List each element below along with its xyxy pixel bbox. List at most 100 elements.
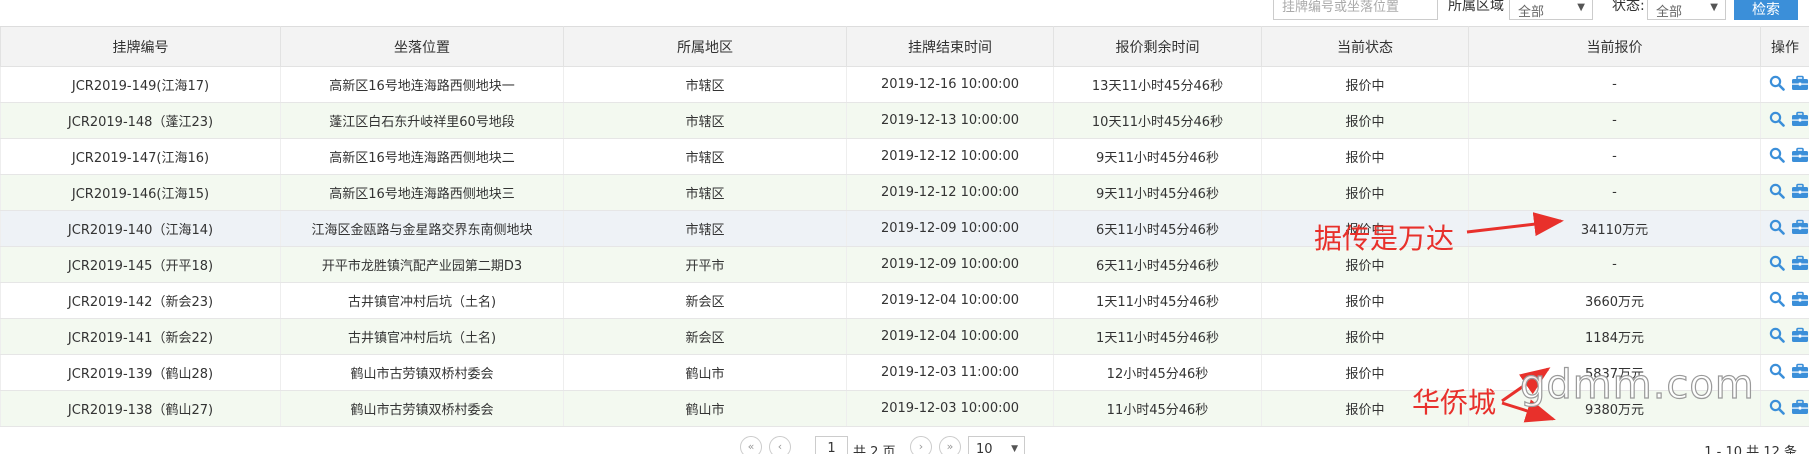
last-page-button[interactable]: »	[939, 436, 961, 454]
column-header-district[interactable]: 所属地区	[563, 26, 847, 67]
table-row: JCR2019-145（开平18) 开平市龙胜镇汽配产业园第二期D3 开平市 2019…	[0, 246, 1809, 283]
page-size-value: 10	[976, 442, 993, 454]
table-row: JCR2019-140（江海14) 江海区金瓯路与金星路交界东南侧地块 市辖区 201…	[0, 210, 1809, 247]
filter-bar: 所属区域 全部 ▼ 状态: 全部 ▼ 检索	[0, 0, 1809, 25]
briefcase-icon[interactable]	[1791, 147, 1809, 167]
annotation-huaqiaocheng: 华侨城	[1412, 386, 1497, 419]
magnifier-icon[interactable]	[1769, 399, 1785, 419]
cell-code: JCR2019-148（蓬江23)	[0, 102, 281, 139]
search-button[interactable]: 检索	[1734, 0, 1798, 20]
cell-end-time: 2019-12-12 10:00:00	[846, 174, 1054, 211]
cell-end-time: 2019-12-03 11:00:00	[846, 354, 1054, 391]
briefcase-icon[interactable]	[1791, 327, 1809, 347]
cell-end-time: 2019-12-13 10:00:00	[846, 102, 1054, 139]
cell-location: 高新区16号地连海路西侧地块三	[280, 174, 564, 211]
cell-code: JCR2019-149(江海17)	[0, 66, 281, 103]
page-number-input[interactable]: 1	[815, 436, 848, 454]
cell-location: 高新区16号地连海路西侧地块一	[280, 66, 564, 103]
table-row: JCR2019-148（蓬江23) 蓬江区白石东升岐祥里60号地段 市辖区 2019-…	[0, 102, 1809, 139]
annotation-wanda: 据传是万达	[1314, 222, 1455, 255]
briefcase-icon[interactable]	[1791, 219, 1809, 239]
page-size-select[interactable]: 10 ▼	[968, 436, 1025, 454]
column-header-code[interactable]: 挂牌编号	[0, 26, 281, 67]
cell-remaining: 10天11小时45分46秒	[1053, 102, 1262, 139]
magnifier-icon[interactable]	[1769, 363, 1785, 383]
cell-code: JCR2019-145（开平18)	[0, 246, 281, 283]
cell-end-time: 2019-12-09 10:00:00	[846, 210, 1054, 247]
magnifier-icon[interactable]	[1769, 147, 1785, 167]
cell-remaining: 9天11小时45分46秒	[1053, 174, 1262, 211]
cell-remaining: 13天11小时45分46秒	[1053, 66, 1262, 103]
region-select[interactable]: 全部 ▼	[1509, 0, 1593, 20]
magnifier-icon[interactable]	[1769, 255, 1785, 275]
cell-district: 鹤山市	[563, 354, 847, 391]
cell-actions	[1760, 318, 1809, 355]
cell-code: JCR2019-141（新会22)	[0, 318, 281, 355]
column-header-remaining[interactable]: 报价剩余时间	[1053, 26, 1262, 67]
briefcase-icon[interactable]	[1791, 363, 1809, 383]
cell-price: -	[1468, 174, 1761, 211]
cell-remaining: 6天11小时45分46秒	[1053, 246, 1262, 283]
cell-price: 34110万元	[1468, 210, 1761, 247]
cell-district: 市辖区	[563, 210, 847, 247]
table-header-row: 挂牌编号 坐落位置 所属地区 挂牌结束时间 报价剩余时间 当前状态 当前报价 操…	[0, 26, 1809, 67]
column-header-status[interactable]: 当前状态	[1261, 26, 1469, 67]
cell-status: 报价中	[1261, 318, 1469, 355]
cell-remaining: 11小时45分46秒	[1053, 390, 1262, 427]
column-header-price[interactable]: 当前报价	[1468, 26, 1761, 67]
cell-district: 开平市	[563, 246, 847, 283]
magnifier-icon[interactable]	[1769, 291, 1785, 311]
column-header-end-time[interactable]: 挂牌结束时间	[846, 26, 1054, 67]
cell-actions	[1760, 390, 1809, 427]
cell-district: 市辖区	[563, 102, 847, 139]
cell-code: JCR2019-146(江海15)	[0, 174, 281, 211]
magnifier-icon[interactable]	[1769, 219, 1785, 239]
briefcase-icon[interactable]	[1791, 255, 1809, 275]
status-select-value: 全部	[1656, 5, 1683, 20]
total-pages-text: 共 2 页	[853, 445, 896, 454]
table-row: JCR2019-149(江海17) 高新区16号地连海路西侧地块一 市辖区 2019-…	[0, 66, 1809, 103]
briefcase-icon[interactable]	[1791, 75, 1809, 95]
cell-location: 开平市龙胜镇汽配产业园第二期D3	[280, 246, 564, 283]
magnifier-icon[interactable]	[1769, 327, 1785, 347]
cell-price: -	[1468, 102, 1761, 139]
chevron-down-icon: ▼	[1011, 444, 1018, 454]
cell-remaining: 6天11小时45分46秒	[1053, 210, 1262, 247]
briefcase-icon[interactable]	[1791, 183, 1809, 203]
cell-location: 古井镇官冲村后坑（土名)	[280, 318, 564, 355]
cell-district: 鹤山市	[563, 390, 847, 427]
briefcase-icon[interactable]	[1791, 111, 1809, 131]
cell-remaining: 9天11小时45分46秒	[1053, 138, 1262, 175]
first-page-button[interactable]: «	[740, 436, 762, 454]
cell-location: 古井镇官冲村后坑（土名)	[280, 282, 564, 319]
status-select[interactable]: 全部 ▼	[1647, 0, 1726, 20]
cell-end-time: 2019-12-16 10:00:00	[846, 66, 1054, 103]
magnifier-icon[interactable]	[1769, 183, 1785, 203]
cell-status: 报价中	[1261, 138, 1469, 175]
table-row: JCR2019-147(江海16) 高新区16号地连海路西侧地块二 市辖区 2019-…	[0, 138, 1809, 175]
magnifier-icon[interactable]	[1769, 111, 1785, 131]
next-page-button[interactable]: ›	[910, 436, 932, 454]
magnifier-icon[interactable]	[1769, 75, 1785, 95]
cell-price: 1184万元	[1468, 318, 1761, 355]
cell-location: 鹤山市古劳镇双桥村委会	[280, 354, 564, 391]
cell-end-time: 2019-12-04 10:00:00	[846, 282, 1054, 319]
cell-status: 报价中	[1261, 66, 1469, 103]
region-filter-label: 所属区域	[1448, 0, 1504, 14]
briefcase-icon[interactable]	[1791, 291, 1809, 311]
search-input[interactable]	[1273, 0, 1438, 20]
column-header-location[interactable]: 坐落位置	[280, 26, 564, 67]
cell-status: 报价中	[1261, 282, 1469, 319]
cell-district: 市辖区	[563, 174, 847, 211]
prev-page-button[interactable]: ‹	[769, 436, 791, 454]
briefcase-icon[interactable]	[1791, 399, 1809, 419]
pagination: « ‹ 1 共 2 页 › » 10 ▼ 1 - 10 共 12 条	[0, 432, 1809, 454]
record-summary: 1 - 10 共 12 条	[1704, 445, 1797, 454]
region-select-value: 全部	[1518, 5, 1545, 20]
cell-price: 3660万元	[1468, 282, 1761, 319]
cell-status: 报价中	[1261, 102, 1469, 139]
cell-end-time: 2019-12-04 10:00:00	[846, 318, 1054, 355]
cell-remaining: 1天11小时45分46秒	[1053, 318, 1262, 355]
cell-end-time: 2019-12-09 10:00:00	[846, 246, 1054, 283]
cell-actions	[1760, 138, 1809, 175]
